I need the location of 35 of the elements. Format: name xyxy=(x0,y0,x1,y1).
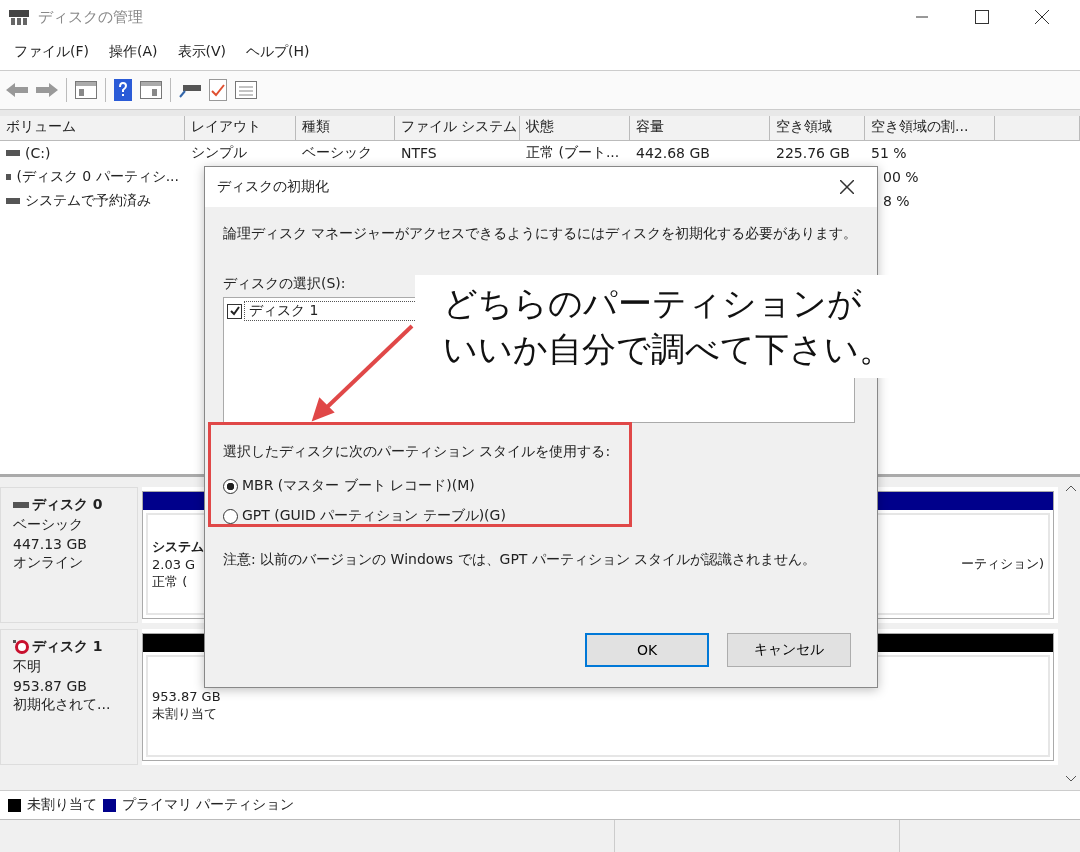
disk-name: ディスク 1 xyxy=(32,638,103,656)
disk-info: 447.13 GB xyxy=(13,536,88,552)
disk-info: 不明 xyxy=(13,658,42,676)
table-cell: NTFS xyxy=(401,145,437,161)
table-cell: システムで予約済み xyxy=(25,192,151,210)
field-label: ディスクの選択(S): xyxy=(223,275,347,293)
window-title: ディスクの管理 xyxy=(38,7,144,27)
partition-info: システム xyxy=(152,537,204,556)
table-cell: 51 % xyxy=(871,145,907,161)
partition-info: ーティション) xyxy=(960,555,1044,573)
table-cell: 225.76 GB xyxy=(776,145,850,161)
legend-label: 未割り当て xyxy=(27,796,97,814)
table-cell: 正常 (ブート... xyxy=(526,144,620,162)
option-group-label: 選択したディスクに次のパーティション スタイルを使用する: xyxy=(223,443,612,461)
table-cell: 442.68 GB xyxy=(636,145,710,161)
disk-info: 初期化されて... xyxy=(13,696,112,714)
table-cell: (ディスク 0 パーティシ... xyxy=(16,168,179,186)
table-cell: (C:) xyxy=(25,145,51,161)
disk-name: ディスク 0 xyxy=(32,496,103,514)
disk-info: オンライン xyxy=(13,554,84,572)
partition-info: 2.03 G xyxy=(152,556,196,572)
legend-label: プライマリ パーティション xyxy=(122,796,295,814)
disk-info: 953.87 GB xyxy=(13,678,88,694)
disk-info: ベーシック xyxy=(13,516,84,534)
partition-info: 953.87 GB xyxy=(152,689,221,704)
table-cell: ベーシック xyxy=(302,144,372,162)
table-cell: シンプル xyxy=(191,144,247,162)
partition-info: 正常 ( xyxy=(152,572,188,591)
dialog-title: ディスクの初期化 xyxy=(217,178,329,196)
partition-info: 未割り当て xyxy=(152,705,217,723)
dialog-message: 論理ディスク マネージャーがアクセスできるようにするにはディスクを初期化する必要があります。 xyxy=(223,225,859,243)
note-text: 注意: 以前のバージョンの Windows では、GPT パーティション スタイルが認識されません。 xyxy=(223,551,818,569)
annotation-text: いいか自分で調べて下さい。 xyxy=(443,327,894,371)
table-cell: 8 % xyxy=(883,193,910,209)
table-cell: 00 % xyxy=(883,169,919,185)
